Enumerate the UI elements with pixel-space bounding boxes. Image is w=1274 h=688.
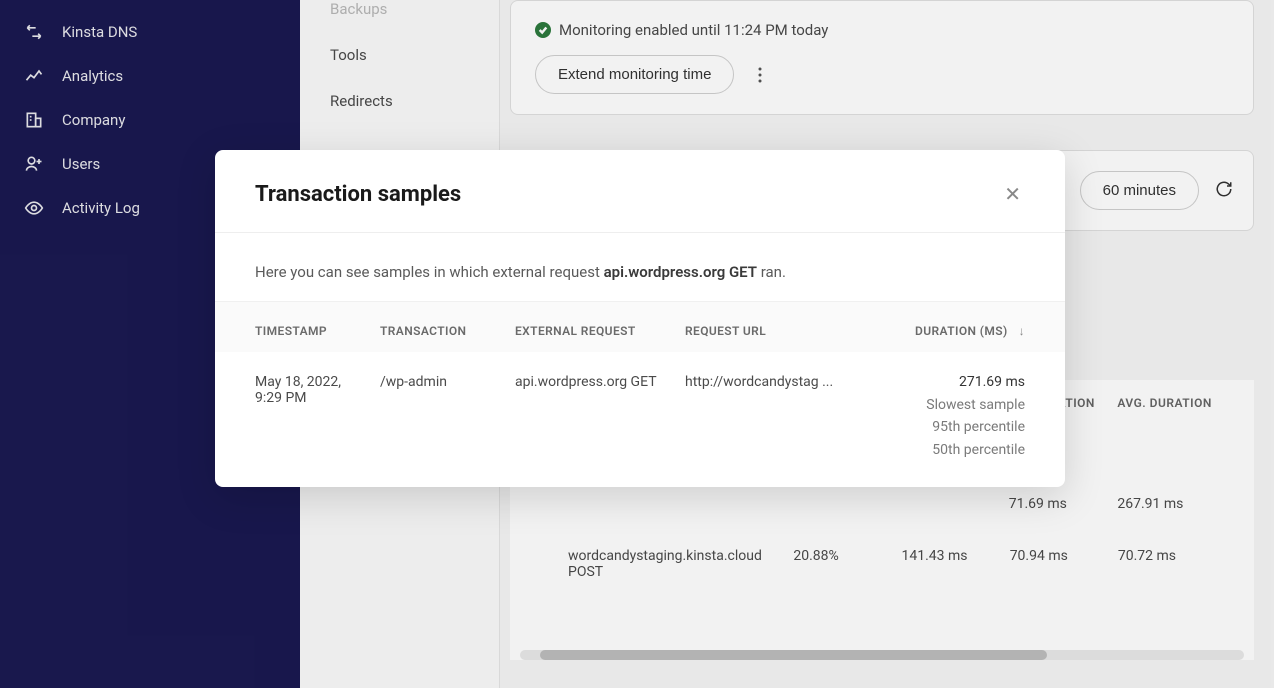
cell-duration: 271.69 ms Slowest sample 95th percentile… xyxy=(915,374,1025,461)
cell-external: api.wordpress.org GET xyxy=(515,374,685,390)
modal-description: Here you can see samples in which extern… xyxy=(255,263,1025,281)
modal-table-header: TIMESTAMP TRANSACTION EXTERNAL REQUEST R… xyxy=(215,301,1065,352)
th-url[interactable]: REQUEST URL xyxy=(685,324,915,338)
th-external[interactable]: EXTERNAL REQUEST xyxy=(515,324,685,338)
cell-timestamp: May 18, 2022, 9:29 PM xyxy=(255,374,380,406)
sort-arrow-down-icon: ↓ xyxy=(1019,324,1025,338)
transaction-samples-modal: Transaction samples ✕ Here you can see s… xyxy=(215,150,1065,487)
th-transaction[interactable]: TRANSACTION xyxy=(380,324,515,338)
close-icon[interactable]: ✕ xyxy=(1000,178,1025,210)
cell-url: http://wordcandystag ... xyxy=(685,374,915,390)
cell-transaction: /wp-admin xyxy=(380,374,515,390)
th-timestamp[interactable]: TIMESTAMP xyxy=(255,324,380,338)
modal-title: Transaction samples xyxy=(255,182,461,207)
th-duration[interactable]: DURATION (MS) ↓ xyxy=(915,324,1025,338)
table-row[interactable]: May 18, 2022, 9:29 PM /wp-admin api.word… xyxy=(215,352,1065,487)
